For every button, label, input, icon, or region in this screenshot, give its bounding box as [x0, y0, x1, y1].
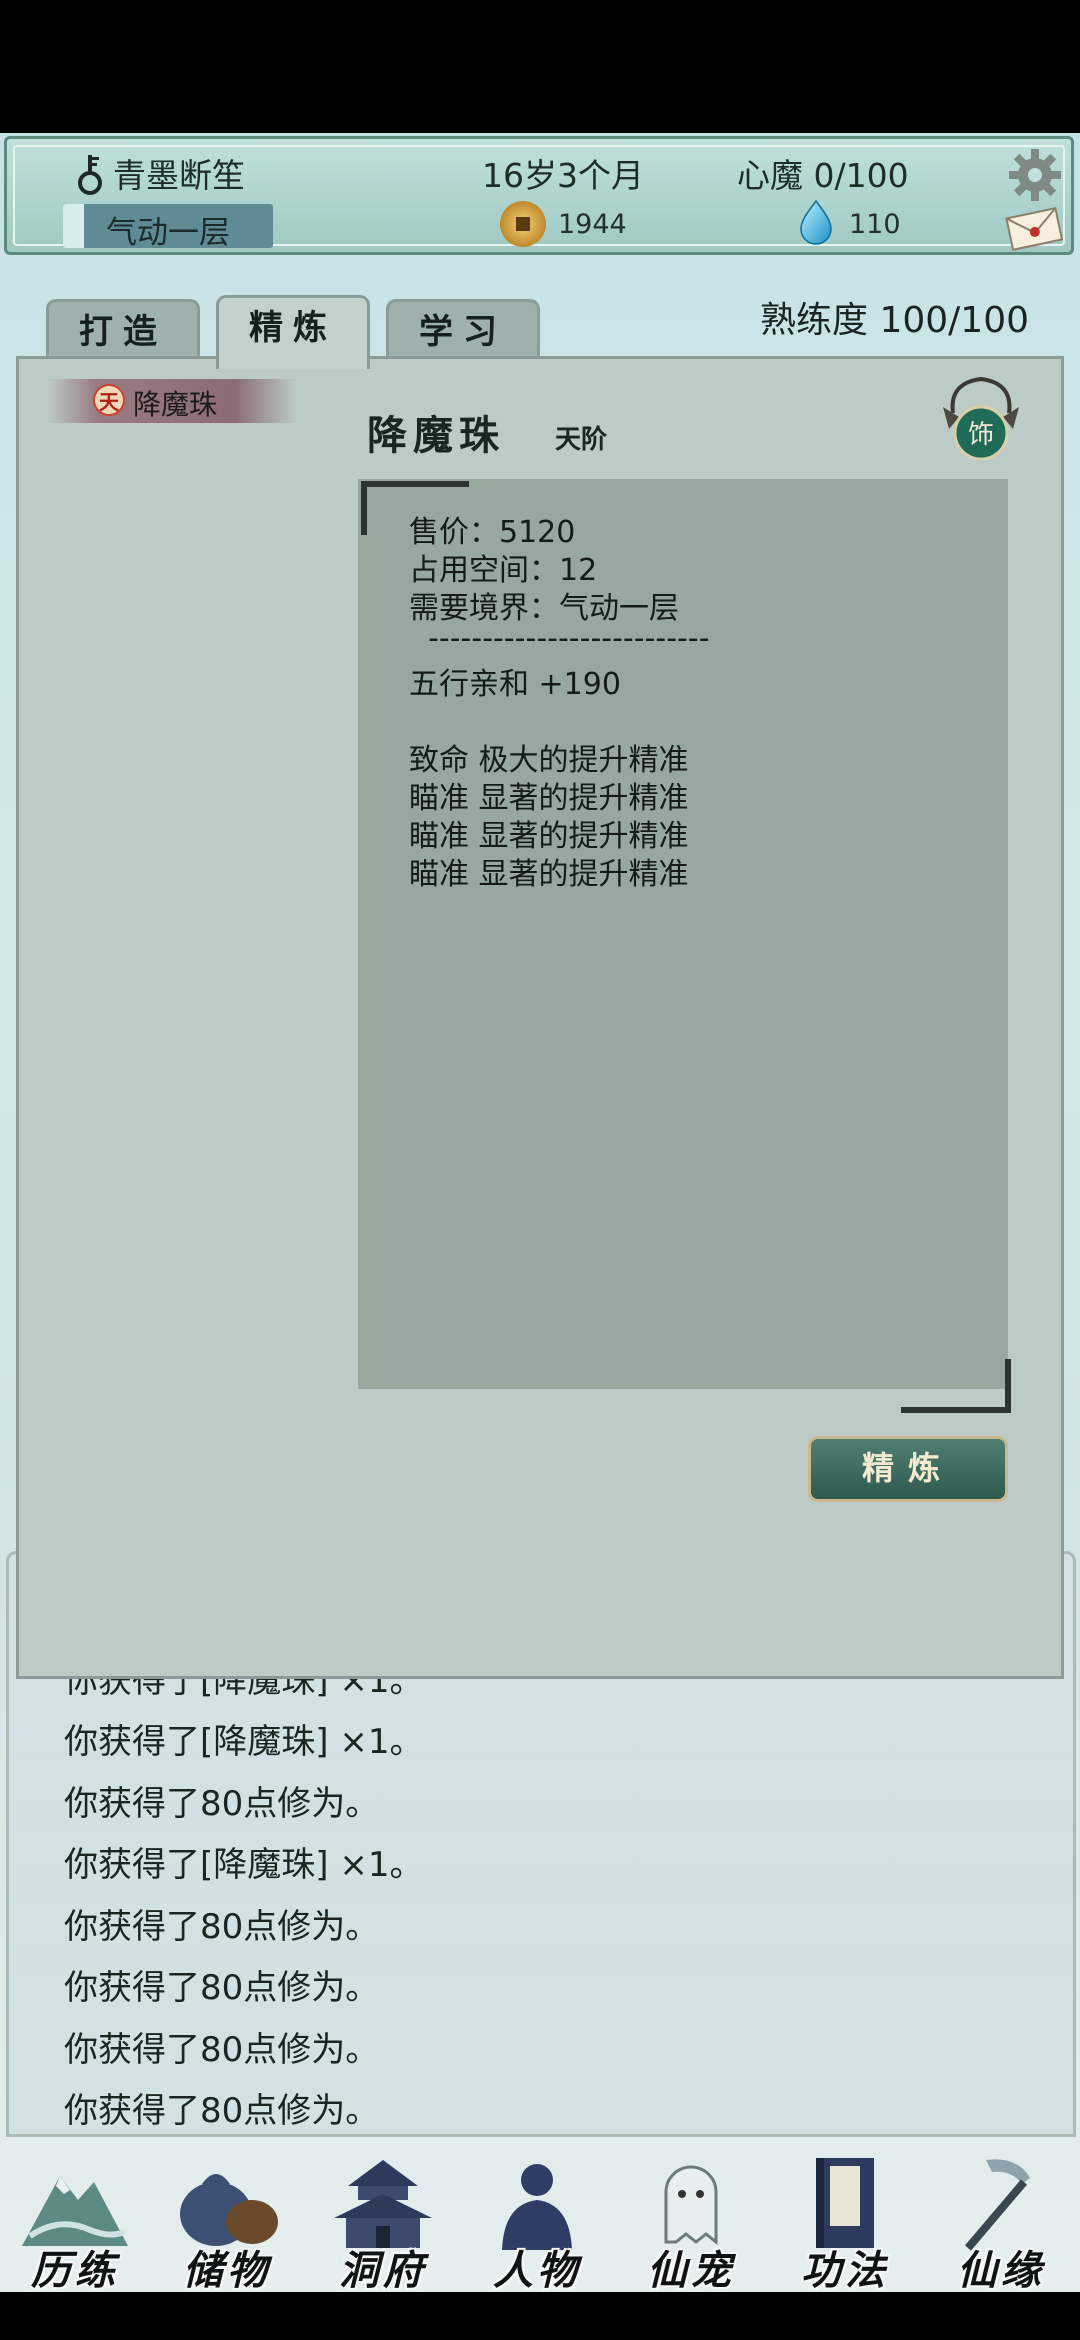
refine-button[interactable]: 精炼 [808, 1436, 1008, 1502]
log-line: 你获得了80点修为。 [64, 1968, 380, 2008]
log-line: 你获得了80点修为。 [64, 1907, 380, 1947]
accessory-category-icon: 饰 [943, 376, 1019, 461]
nav-storage[interactable]: 储物 [152, 2142, 302, 2292]
nav-label: 仙缘 [957, 2247, 1045, 2292]
status-header: 青墨断笙 16岁3个月 心魔 0/100 气动一层 1944 110 [4, 136, 1074, 255]
item-tier: 天阶 [555, 425, 608, 455]
gem-count: 110 [849, 209, 901, 240]
gear-icon[interactable] [1007, 147, 1063, 203]
game-screen: 青墨断笙 16岁3个月 心魔 0/100 气动一层 1944 110 打造 精炼… [0, 133, 1080, 2292]
nav-training[interactable]: 历练 [0, 2142, 150, 2292]
nav-techniques[interactable]: 功法 [770, 2142, 920, 2292]
coin-count: 1944 [558, 209, 627, 240]
proficiency-value: 熟练度 100/100 [760, 300, 1029, 341]
detail-divider: -------------------------- [409, 621, 710, 656]
log-line: 你获得了[降魔珠] ×1。 [64, 1722, 424, 1762]
item-stat: 五行亲和 +190 [409, 667, 621, 702]
detail-frame-corner [901, 1359, 1011, 1413]
nav-label: 洞府 [339, 2247, 427, 2292]
key-icon [78, 155, 102, 195]
bottom-nav: 历练 储物 洞府 人物 仙宠 功法 仙缘 [0, 2142, 1080, 2292]
log-line: 你获得了80点修为。 [64, 2030, 380, 2070]
nav-cave[interactable]: 洞府 [308, 2142, 458, 2292]
realm-progress-bar: 气动一层 [63, 204, 273, 251]
heart-demon-value: 心魔 0/100 [737, 156, 909, 195]
nav-pet[interactable]: 仙宠 [616, 2142, 766, 2292]
item-list-name: 降魔珠 [133, 388, 218, 421]
tier-badge: 天 [93, 384, 125, 416]
player-age: 16岁3个月 [482, 156, 644, 195]
item-list-entry[interactable]: 天 降魔珠 [47, 379, 297, 423]
log-line: 你获得了[降魔珠] ×1。 [64, 1845, 424, 1885]
nav-label: 功法 [801, 2247, 889, 2292]
log-line: 你获得了80点修为。 [64, 2091, 380, 2131]
spirit-gem-icon [800, 199, 832, 245]
realm-label: 气动一层 [106, 215, 230, 251]
item-title: 降魔珠 [367, 412, 505, 459]
nav-character[interactable]: 人物 [462, 2142, 612, 2292]
nav-label: 历练 [31, 2247, 119, 2292]
nav-destiny[interactable]: 仙缘 [926, 2142, 1076, 2292]
accessory-icon-label: 饰 [968, 420, 994, 450]
nav-label: 储物 [183, 2247, 271, 2292]
copper-coin-icon [500, 201, 546, 247]
item-affix: 瞄准 显著的提升精准 [409, 857, 689, 892]
mail-icon[interactable] [1003, 205, 1065, 251]
player-name[interactable]: 青墨断笙 [113, 149, 245, 197]
tab-refine[interactable]: 精炼 [216, 295, 370, 369]
log-line: 你获得了80点修为。 [64, 1784, 380, 1824]
nav-label: 仙宠 [647, 2247, 735, 2292]
nav-label: 人物 [493, 2247, 581, 2292]
